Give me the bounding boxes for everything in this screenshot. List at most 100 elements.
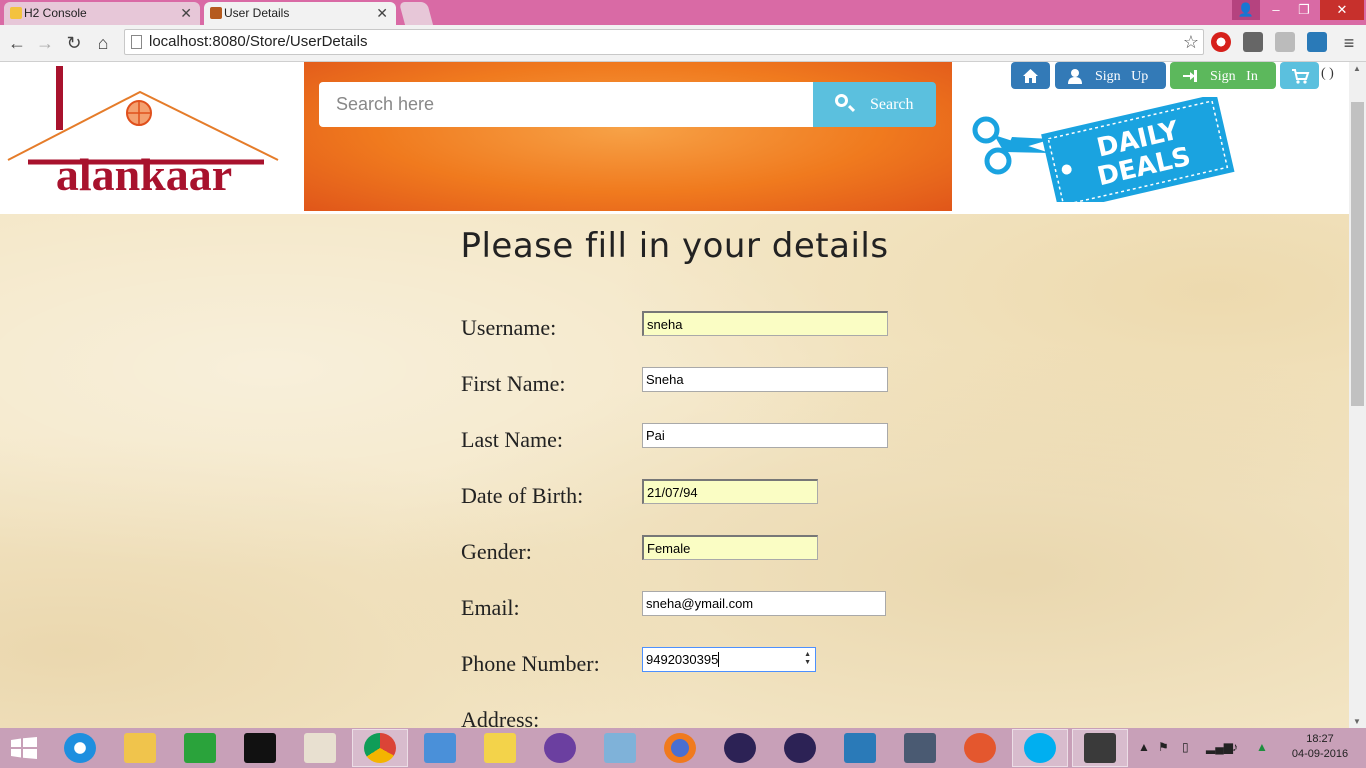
phone-label: Phone Number: (461, 651, 600, 676)
scroll-down-icon[interactable]: ▼ (1353, 717, 1361, 726)
tab-h2-console[interactable]: H2 Console ✕ (4, 2, 200, 25)
forward-icon[interactable]: → (34, 32, 56, 54)
search-input[interactable]: Search here (319, 82, 813, 127)
login-icon (1183, 70, 1197, 82)
search-banner: Search here Search (304, 62, 952, 211)
sign-in-button[interactable]: Sign In (1170, 62, 1276, 89)
minimize-icon[interactable]: – (1262, 0, 1290, 20)
opera-extension-icon[interactable] (1211, 32, 1231, 52)
scroll-up-icon[interactable]: ▲ (1353, 64, 1361, 73)
browser-titlebar: H2 Console ✕ User Details ✕ 👤 – ❐ ✕ (0, 0, 1366, 25)
windows-store-icon[interactable] (184, 733, 216, 763)
last-name-label: Last Name: (461, 427, 564, 452)
github-icon[interactable] (544, 733, 576, 763)
network-icon[interactable]: ▂▄▆ (1206, 740, 1233, 754)
show-hidden-icons-icon[interactable]: ▲ (1138, 740, 1150, 754)
h2-database-icon[interactable] (484, 733, 516, 763)
back-icon[interactable]: ← (6, 32, 28, 54)
eclipse-icon[interactable] (784, 733, 816, 763)
cart-icon (1292, 69, 1310, 84)
tab-label: H2 Console (24, 6, 87, 20)
menu-icon[interactable]: ≡ (1338, 32, 1360, 54)
java-ee-ide-icon[interactable] (1084, 733, 1116, 763)
gender-input[interactable]: Female (642, 535, 818, 560)
email-input[interactable]: sneha@ymail.com (642, 591, 886, 616)
username-input[interactable]: sneha (642, 311, 888, 336)
scissors-icon (972, 116, 1052, 175)
file-explorer-icon[interactable] (124, 733, 156, 763)
first-name-label: First Name: (461, 371, 566, 396)
number-spinner-icon[interactable]: ▲ ▼ (804, 651, 811, 667)
user-icon (1068, 69, 1082, 84)
close-icon[interactable]: ✕ (376, 2, 388, 24)
first-name-input[interactable]: Sneha (642, 367, 888, 392)
alankaar-logo[interactable]: alankaar (6, 64, 286, 204)
drive-extension-icon[interactable] (1275, 32, 1295, 52)
system-clock[interactable]: 18:27 04-09-2016 (1290, 732, 1350, 762)
username-label: Username: (461, 315, 557, 340)
address-text: localhost:8080/Store/UserDetails (149, 33, 368, 50)
windows-start-icon[interactable] (10, 737, 38, 759)
clock-time: 18:27 (1306, 733, 1334, 745)
remote-desktop-icon[interactable] (424, 733, 456, 763)
google-drive-icon[interactable]: ▲ (1256, 740, 1268, 754)
search-button[interactable]: Search (813, 82, 936, 127)
chrome-icon[interactable] (364, 733, 396, 763)
search-button-label: Search (870, 96, 914, 113)
tool-icon[interactable] (964, 733, 996, 763)
battery-icon[interactable]: ▯ (1182, 740, 1189, 754)
site-header: alankaar Search here Search Sign Up Sign… (0, 62, 1349, 214)
profile-icon[interactable]: 👤 (1232, 0, 1260, 20)
scrollbar-thumb[interactable] (1351, 102, 1364, 406)
cart-button[interactable] (1280, 62, 1319, 89)
close-icon[interactable]: ✕ (180, 2, 192, 24)
tab-user-details[interactable]: User Details ✕ (204, 2, 396, 25)
page-scrollbar[interactable]: ▲ ▼ (1349, 62, 1366, 728)
sql-developer-icon[interactable] (904, 733, 936, 763)
h2-favicon-icon (10, 7, 22, 19)
site-favicon-icon (210, 7, 222, 19)
user-details-section: Please fill in your details Username: sn… (0, 214, 1349, 728)
dob-input[interactable]: 21/07/94 (642, 479, 818, 504)
home-icon (1023, 69, 1038, 83)
last-name-input[interactable]: Pai (642, 423, 888, 448)
eclipse-icon[interactable] (724, 733, 756, 763)
reload-icon[interactable]: ↻ (63, 32, 85, 54)
internet-explorer-icon[interactable] (64, 733, 96, 763)
reader-icon[interactable] (304, 733, 336, 763)
clock-date: 04-09-2016 (1291, 748, 1349, 760)
text-cursor (718, 652, 720, 667)
home-button[interactable] (1011, 62, 1050, 89)
skype-icon[interactable] (1024, 733, 1056, 763)
new-tab-button[interactable] (398, 2, 434, 25)
gender-label: Gender: (461, 539, 532, 564)
tab-label: User Details (224, 6, 290, 20)
close-window-icon[interactable]: ✕ (1320, 0, 1364, 20)
dob-label: Date of Birth: (461, 483, 584, 508)
email-label: Email: (461, 595, 520, 620)
bookmark-star-icon[interactable]: ☆ (1183, 30, 1199, 54)
svg-text:alankaar: alankaar (56, 149, 232, 200)
daily-deals-badge[interactable]: DAILY DEALS (972, 97, 1242, 202)
page-title: Please fill in your details (460, 226, 889, 266)
firefox-icon[interactable] (664, 733, 696, 763)
search-icon (835, 94, 848, 107)
extension-icon[interactable] (1307, 32, 1327, 52)
sign-up-label: Sign Up (1095, 69, 1149, 84)
page-icon (131, 35, 142, 49)
maximize-icon[interactable]: ❐ (1290, 0, 1318, 20)
windows-taskbar: ▲ ⚑ ▯ ▂▄▆ ♪ ▲ 18:27 04-09-2016 (0, 728, 1366, 768)
sign-up-button[interactable]: Sign Up (1055, 62, 1166, 89)
shield-extension-icon[interactable] (1243, 32, 1263, 52)
command-prompt-icon[interactable] (244, 733, 276, 763)
home-icon[interactable]: ⌂ (92, 32, 114, 54)
browser-toolbar: ← → ↻ ⌂ localhost:8080/Store/UserDetails… (0, 25, 1366, 62)
volume-icon[interactable]: ♪ (1232, 740, 1238, 754)
address-bar[interactable]: localhost:8080/Store/UserDetails ☆ (124, 29, 1204, 55)
phone-input[interactable]: 9492030395 ▲ ▼ (642, 647, 816, 672)
notepad-icon[interactable] (604, 733, 636, 763)
netbeans-icon[interactable] (844, 733, 876, 763)
cart-count: ( ) (1321, 66, 1334, 81)
sign-in-label: Sign In (1210, 69, 1258, 84)
action-center-flag-icon[interactable]: ⚑ (1158, 740, 1169, 754)
